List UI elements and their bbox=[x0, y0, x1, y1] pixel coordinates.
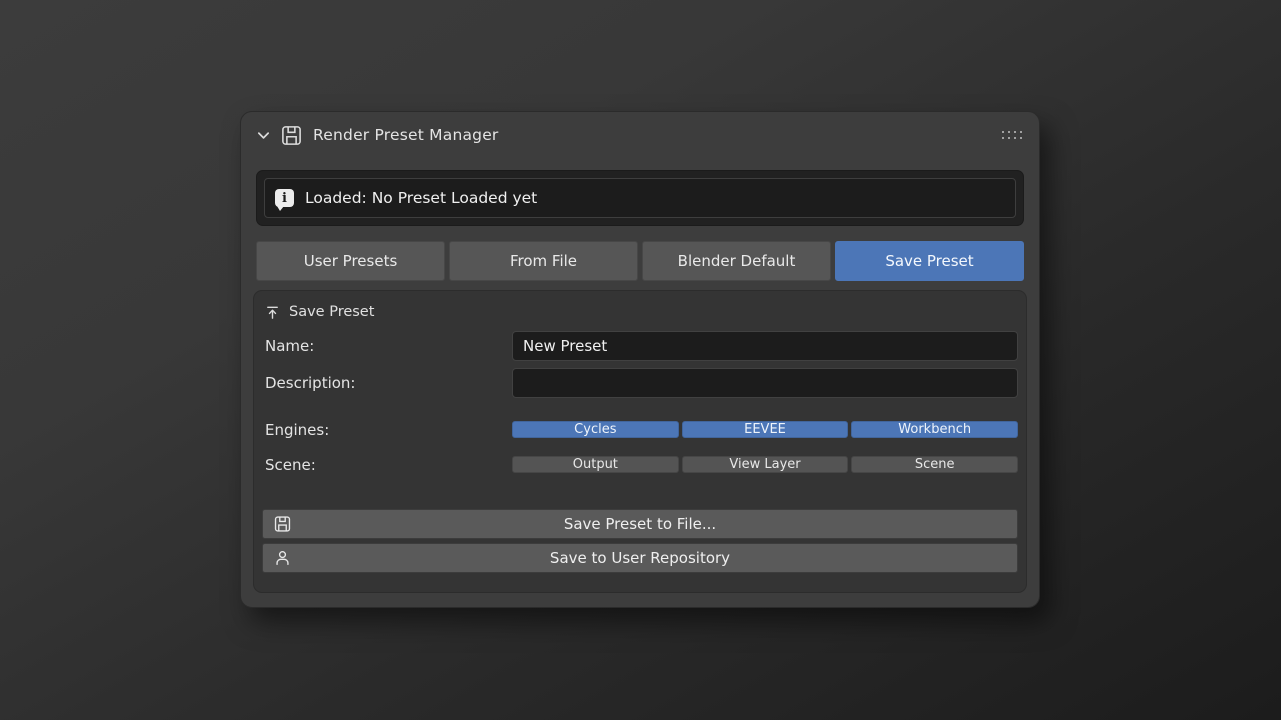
scene-toggle-scene[interactable]: Scene bbox=[851, 456, 1018, 473]
description-row: Description: bbox=[262, 368, 1018, 398]
save-preset-section-header: Save Preset bbox=[262, 299, 1018, 325]
name-label: Name: bbox=[262, 337, 512, 355]
tab-from-file[interactable]: From File bbox=[449, 241, 638, 281]
action-buttons: Save Preset to File... Save to User Repo… bbox=[262, 509, 1018, 573]
floppy-disk-icon bbox=[281, 125, 302, 146]
drag-dots-icon[interactable] bbox=[1002, 131, 1023, 140]
name-row: Name: bbox=[262, 331, 1018, 361]
tab-save-preset[interactable]: Save Preset bbox=[835, 241, 1024, 281]
tab-bar: User Presets From File Blender Default S… bbox=[256, 241, 1024, 281]
panel-header: Render Preset Manager bbox=[241, 112, 1039, 158]
save-preset-section-title: Save Preset bbox=[289, 304, 374, 320]
save-preset-to-file-button[interactable]: Save Preset to File... bbox=[262, 509, 1018, 539]
engine-toggle-eevee[interactable]: EEVEE bbox=[682, 421, 849, 438]
engine-toggle-cycles[interactable]: Cycles bbox=[512, 421, 679, 438]
scene-row: Scene: Output View Layer Scene bbox=[262, 449, 1018, 480]
save-to-user-repository-label: Save to User Repository bbox=[550, 549, 730, 567]
engine-toggle-workbench[interactable]: Workbench bbox=[851, 421, 1018, 438]
tab-blender-default[interactable]: Blender Default bbox=[642, 241, 831, 281]
save-preset-section: Save Preset Name: Description: Engines: … bbox=[253, 290, 1027, 593]
upload-icon bbox=[265, 305, 280, 320]
description-label: Description: bbox=[262, 374, 512, 392]
status-strip: i Loaded: No Preset Loaded yet bbox=[256, 170, 1024, 226]
info-icon: i bbox=[275, 189, 294, 207]
status-message: Loaded: No Preset Loaded yet bbox=[305, 189, 537, 207]
floppy-disk-icon bbox=[274, 516, 291, 533]
scene-toggle-view-layer[interactable]: View Layer bbox=[682, 456, 849, 473]
save-to-user-repository-button[interactable]: Save to User Repository bbox=[262, 543, 1018, 573]
render-preset-manager-panel: Render Preset Manager i Loaded: No Prese… bbox=[240, 111, 1040, 608]
tab-user-presets[interactable]: User Presets bbox=[256, 241, 445, 281]
scene-toggle-output[interactable]: Output bbox=[512, 456, 679, 473]
engines-row: Engines: Cycles EEVEE Workbench bbox=[262, 414, 1018, 445]
name-input[interactable] bbox=[512, 331, 1018, 361]
panel-title: Render Preset Manager bbox=[313, 126, 499, 144]
engines-label: Engines: bbox=[262, 421, 512, 439]
description-input[interactable] bbox=[512, 368, 1018, 398]
status-box: i Loaded: No Preset Loaded yet bbox=[264, 178, 1016, 218]
save-preset-to-file-label: Save Preset to File... bbox=[564, 515, 716, 533]
scene-label: Scene: bbox=[262, 456, 512, 474]
chevron-down-icon[interactable] bbox=[256, 128, 271, 143]
user-icon bbox=[274, 550, 291, 567]
